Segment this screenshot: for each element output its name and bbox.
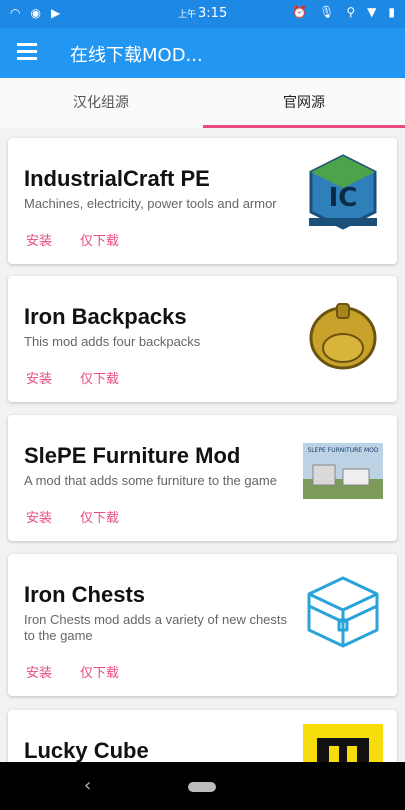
mod-card[interactable]: Lucky Cube — [8, 710, 397, 762]
app-bar: 在线下载MOD... — [0, 28, 405, 78]
mod-description: This mod adds four backpacks — [24, 334, 201, 349]
location-icon: ⚲ — [346, 5, 356, 19]
download-only-button[interactable]: 仅下载 — [80, 368, 119, 387]
alarm-icon: ⏰ — [292, 5, 308, 19]
hotspot-icon: ◠ — [10, 6, 21, 20]
download-only-button[interactable]: 仅下载 — [80, 507, 119, 526]
system-nav-bar: ‹ — [0, 762, 405, 810]
mod-card[interactable]: SlePE Furniture Mod A mod that adds some… — [8, 415, 397, 541]
mod-card[interactable]: IndustrialCraft PE Machines, electricity… — [8, 138, 397, 264]
industrialcraft-logo-icon: IC — [309, 154, 377, 230]
chest-outline-icon — [307, 576, 379, 648]
mod-name: Iron Backpacks — [24, 304, 187, 329]
mod-name: IndustrialCraft PE — [24, 166, 210, 191]
sync-icon: ◉ — [30, 6, 41, 20]
download-only-button[interactable]: 仅下载 — [80, 662, 119, 681]
svg-text:IC: IC — [329, 183, 358, 213]
svg-text:SLEPE FURNITURE MOD: SLEPE FURNITURE MOD — [308, 447, 379, 454]
tab-bar: 汉化组源 官网源 — [0, 78, 405, 128]
mod-list[interactable]: IndustrialCraft PE Machines, electricity… — [0, 128, 405, 762]
backpack-icon — [309, 303, 377, 370]
back-icon[interactable]: ‹ — [84, 775, 91, 796]
mod-name: Iron Chests — [24, 582, 146, 607]
mic-icon: 🎙 — [319, 5, 335, 19]
mod-description: Iron Chests mod adds a variety of new ch… — [24, 612, 288, 643]
status-bar: ◠ ◉ ▶ 上午 3:15 ⏰ 🎙 ⚲ ▼ ▮ — [0, 0, 405, 28]
tab-official-source[interactable]: 官网源 — [203, 78, 405, 128]
mod-card[interactable]: Iron Chests Iron Chests mod adds a varie… — [8, 554, 397, 696]
furniture-screenshot-icon: SLEPE FURNITURE MOD — [303, 443, 383, 499]
play-store-icon: ▶ — [50, 6, 61, 20]
wifi-icon: ▼ — [367, 5, 377, 19]
mod-card[interactable]: Iron Backpacks This mod adds four backpa… — [8, 276, 397, 402]
download-only-button[interactable]: 仅下载 — [80, 230, 119, 249]
install-button[interactable]: 安装 — [26, 368, 52, 387]
install-button[interactable]: 安装 — [26, 662, 52, 681]
mod-name: Lucky Cube — [24, 738, 149, 762]
home-pill[interactable] — [188, 782, 216, 792]
install-button[interactable]: 安装 — [26, 507, 52, 526]
menu-icon[interactable] — [17, 43, 39, 61]
mod-description: A mod that adds some furniture to the ga… — [24, 473, 277, 488]
lucky-block-icon — [303, 724, 383, 762]
install-button[interactable]: 安装 — [26, 230, 52, 249]
mod-name: SlePE Furniture Mod — [24, 443, 241, 468]
battery-icon: ▮ — [388, 5, 395, 19]
page-title: 在线下载MOD... — [70, 45, 203, 66]
clock: 上午 3:15 — [178, 6, 228, 21]
mod-description: Machines, electricity, power tools and a… — [24, 196, 277, 211]
tab-chinese-source[interactable]: 汉化组源 — [0, 78, 202, 128]
